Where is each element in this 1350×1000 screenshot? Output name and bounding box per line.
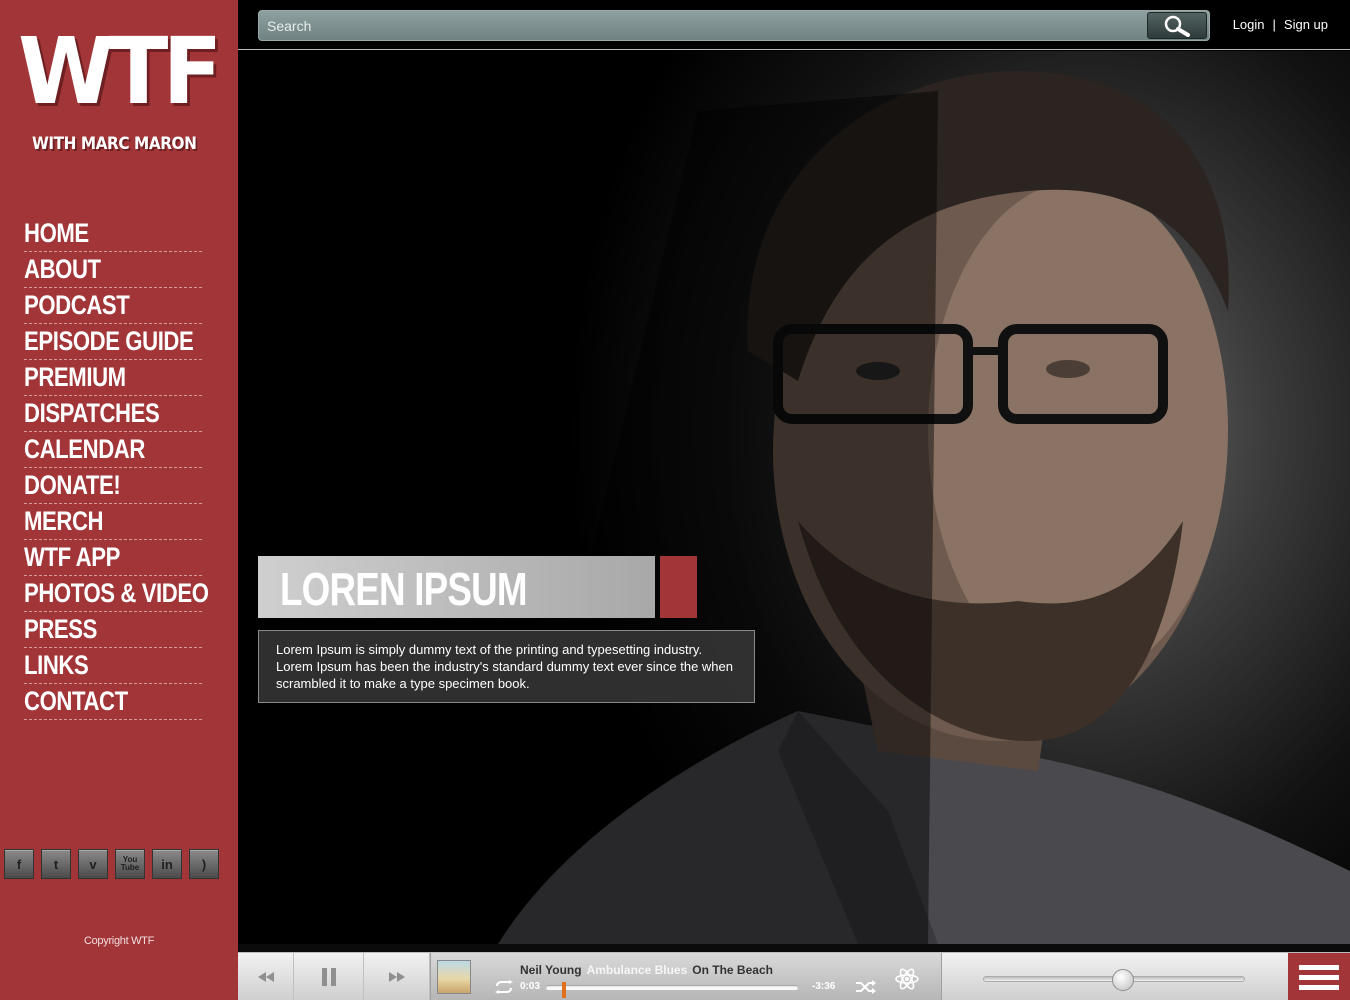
search-input[interactable]	[267, 11, 1137, 40]
logo-main-text: WTF	[18, 18, 222, 125]
pause-button[interactable]	[294, 953, 364, 1000]
main-nav: HOME ABOUT PODCAST EPISODE GUIDE PREMIUM…	[24, 216, 209, 720]
hero-bottom-strip	[238, 944, 1350, 952]
nav-item-label: PRESS	[24, 614, 98, 644]
search-bar	[258, 10, 1210, 41]
genius-button[interactable]	[893, 965, 921, 993]
headline-box: LOREN IPSUM	[258, 556, 655, 618]
nav-item-dispatches[interactable]: DISPATCHES	[24, 396, 202, 432]
nav-item-label: MERCH	[24, 506, 104, 536]
youtube-icon[interactable]: You Tube	[115, 849, 145, 879]
rewind-button[interactable]	[238, 953, 294, 1000]
track-title: Ambulance Blues	[586, 963, 688, 977]
nav-item-label: PODCAST	[24, 290, 130, 320]
headline-accent-block	[660, 556, 697, 618]
search-icon	[1164, 15, 1190, 37]
pause-icon	[321, 968, 336, 986]
rss-icon[interactable]: )	[189, 849, 219, 879]
hero-description: Lorem Ipsum is simply dummy text of the …	[258, 630, 755, 703]
search-button[interactable]	[1147, 12, 1207, 39]
menu-icon-bar	[1299, 974, 1339, 980]
nav-item-premium[interactable]: PREMIUM	[24, 360, 202, 396]
nav-item-label: PHOTOS & VIDEO	[24, 578, 209, 608]
album-art[interactable]	[437, 960, 471, 994]
time-elapsed: 0:03	[520, 981, 541, 992]
nav-item-label: HOME	[24, 218, 89, 248]
progress-bar[interactable]	[546, 982, 798, 998]
logo-sub-text: WITH MARC MARON	[32, 134, 197, 154]
sidebar: WTF WITH MARC MARON HOME ABOUT PODCAST E…	[0, 0, 238, 1000]
nav-item-wtf-app[interactable]: WTF APP	[24, 540, 202, 576]
hero-portrait-image	[498, 71, 1350, 944]
track-album: On The Beach	[692, 963, 773, 977]
nav-item-links[interactable]: LINKS	[24, 648, 202, 684]
nav-item-podcast[interactable]: PODCAST	[24, 288, 202, 324]
hero-banner: LOREN IPSUM Lorem Ipsum is simply dummy …	[238, 51, 1350, 944]
volume-slider[interactable]	[983, 969, 1245, 991]
twitter-icon[interactable]: t	[41, 849, 71, 879]
nav-item-about[interactable]: ABOUT	[24, 252, 202, 288]
nav-item-label: WTF APP	[24, 542, 120, 572]
nav-item-label: ABOUT	[24, 254, 101, 284]
social-glyph: You Tube	[120, 855, 140, 872]
social-glyph: )	[201, 856, 207, 872]
fast-forward-button[interactable]	[364, 953, 430, 1000]
nav-item-photos-video[interactable]: PHOTOS & VIDEO	[24, 576, 209, 612]
track-artist: Neil Young	[520, 963, 582, 977]
fast-forward-icon	[388, 972, 405, 982]
nav-item-calendar[interactable]: CALENDAR	[24, 432, 202, 468]
repeat-button[interactable]	[493, 979, 515, 995]
nav-item-press[interactable]: PRESS	[24, 612, 202, 648]
social-glyph: in	[161, 856, 173, 872]
menu-icon-bar	[1299, 964, 1339, 970]
login-link[interactable]: Login	[1233, 17, 1265, 32]
volume-knob[interactable]	[1111, 969, 1134, 991]
menu-button[interactable]	[1288, 953, 1350, 1000]
rewind-icon	[257, 972, 274, 982]
top-bar: Login | Sign up	[238, 0, 1350, 50]
signup-link[interactable]: Sign up	[1284, 17, 1328, 32]
facebook-icon[interactable]: f	[4, 849, 34, 879]
headline-title: LOREN IPSUM	[280, 563, 528, 615]
auth-separator: |	[1272, 17, 1276, 32]
nav-item-merch[interactable]: MERCH	[24, 504, 202, 540]
nav-item-home[interactable]: HOME	[24, 216, 202, 252]
nav-item-label: CALENDAR	[24, 434, 145, 464]
nav-item-label: CONTACT	[24, 686, 128, 716]
time-remaining: -3:36	[812, 981, 836, 992]
copyright-text: Copyright WTF	[83, 935, 155, 947]
progress-handle[interactable]	[561, 982, 566, 998]
auth-links: Login | Sign up	[1233, 17, 1328, 32]
track-info: Neil Young Ambulance Blues On The Beach	[520, 963, 773, 977]
shuffle-icon	[856, 980, 876, 994]
audio-player: Neil Young Ambulance Blues On The Beach 0:…	[238, 952, 1350, 1000]
nav-item-label: LINKS	[24, 650, 89, 680]
menu-icon-bar	[1299, 984, 1339, 990]
nav-item-episode-guide[interactable]: EPISODE GUIDE	[24, 324, 202, 360]
nav-item-donate[interactable]: DONATE!	[24, 468, 202, 504]
nav-item-contact[interactable]: CONTACT	[24, 684, 202, 720]
social-glyph: v	[89, 856, 97, 872]
nav-item-label: DISPATCHES	[24, 398, 160, 428]
social-glyph: f	[16, 856, 22, 872]
atom-icon	[895, 968, 919, 990]
linkedin-icon[interactable]: in	[152, 849, 182, 879]
social-links: f t v You Tube in )	[4, 849, 219, 879]
now-playing: Neil Young Ambulance Blues On The Beach 0:…	[430, 953, 942, 1000]
repeat-icon	[495, 980, 513, 994]
nav-item-label: EPISODE GUIDE	[24, 326, 194, 356]
vimeo-icon[interactable]: v	[78, 849, 108, 879]
nav-item-label: DONATE!	[24, 470, 121, 500]
wtf-logo[interactable]: WTF WITH MARC MARON	[18, 18, 222, 166]
shuffle-button[interactable]	[855, 979, 877, 995]
nav-item-label: PREMIUM	[24, 362, 126, 392]
social-glyph: t	[53, 856, 59, 872]
